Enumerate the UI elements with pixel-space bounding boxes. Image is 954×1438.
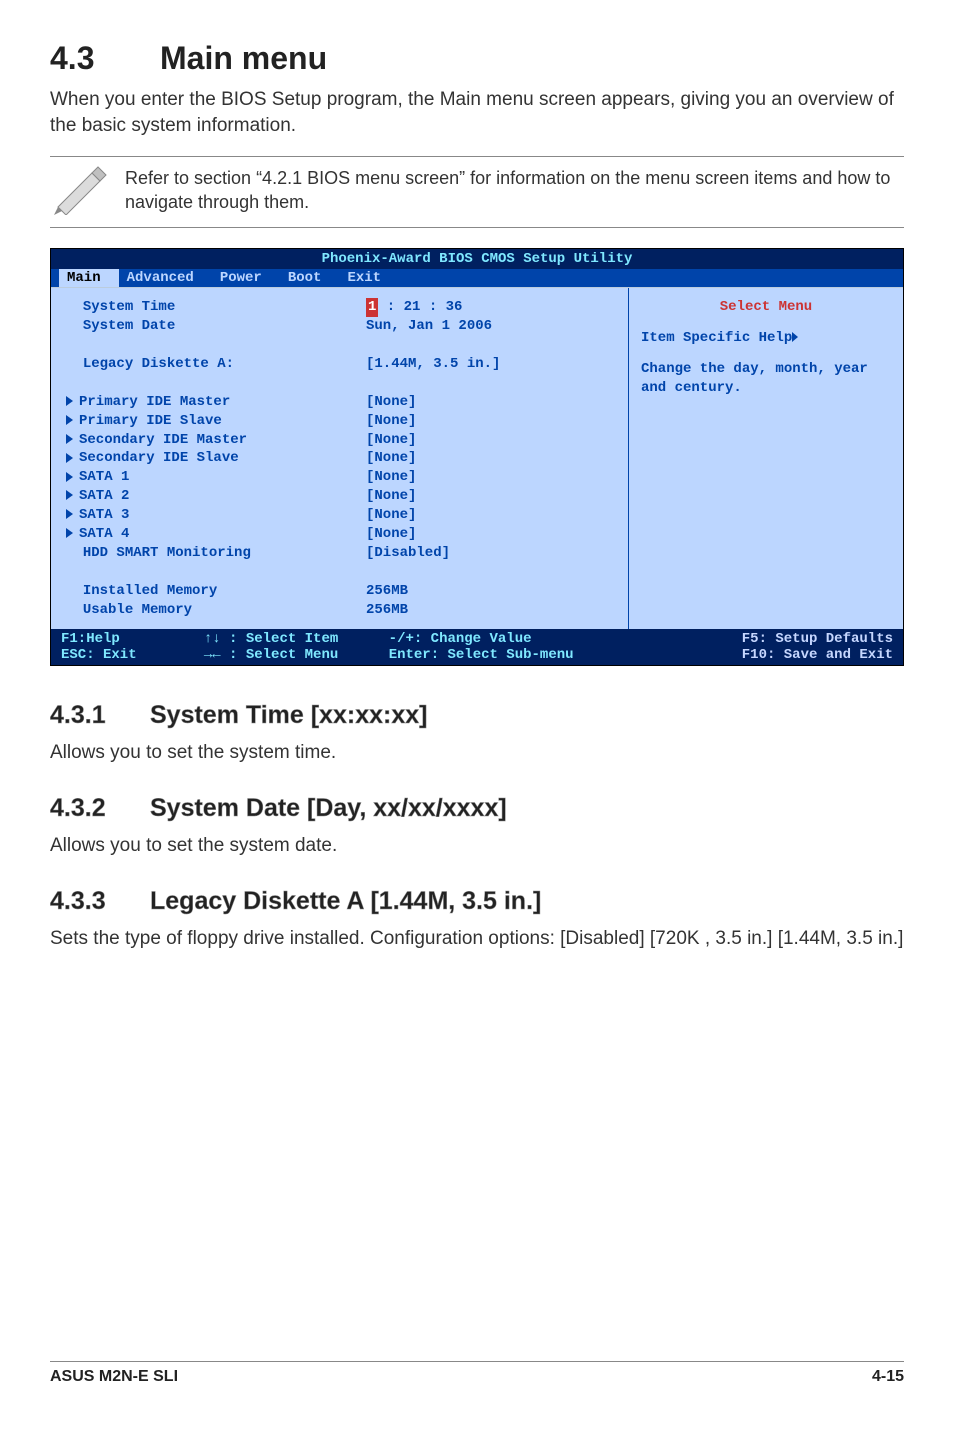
submenu-arrow-icon (66, 396, 73, 406)
heading-number: 4.3 (50, 40, 160, 77)
submenu-arrow-icon (66, 472, 73, 482)
bios-footer-col1: F1:Help ↑↓ : Select Item -/+: Change Val… (61, 631, 663, 663)
bios-main-panel: System Time1 : 21 : 36 System DateSun, J… (51, 288, 628, 629)
bios-menu-exit[interactable]: Exit (339, 269, 399, 287)
sub2-title: System Date [Day, xx/xx/xxxx] (150, 794, 507, 823)
bios-help-title: Select Menu (641, 298, 891, 317)
bios-title: Phoenix-Award BIOS CMOS Setup Utility (51, 249, 903, 269)
sub3-number: 4.3.3 (50, 887, 150, 916)
bios-row-value[interactable]: [1.44M, 3.5 in.] (366, 355, 613, 374)
bios-row-label[interactable]: System Date (66, 317, 366, 336)
bios-menu-main[interactable]: Main (59, 269, 119, 287)
sub3-title: Legacy Diskette A [1.44M, 3.5 in.] (150, 887, 541, 916)
bios-row-label[interactable]: Usable Memory (66, 601, 366, 620)
bios-menu-bar: Main Advanced Power Boot Exit (51, 269, 903, 287)
bios-row-label[interactable]: SATA 4 (66, 525, 366, 544)
bios-row-value[interactable]: [None] (366, 468, 613, 487)
submenu-arrow-icon (66, 509, 73, 519)
bios-row-label[interactable]: Primary IDE Slave (66, 412, 366, 431)
note-block: Refer to section “4.2.1 BIOS menu screen… (50, 156, 904, 228)
bios-row-value[interactable]: Sun, Jan 1 2006 (366, 317, 613, 336)
bios-row-value[interactable]: [Disabled] (366, 544, 613, 563)
bios-row-label[interactable]: System Time (66, 298, 366, 317)
bios-help-panel: Select Menu Item Specific Help Change th… (628, 288, 903, 629)
intro-paragraph: When you enter the BIOS Setup program, t… (50, 87, 904, 138)
bios-row-label[interactable]: Secondary IDE Master (66, 431, 366, 450)
bios-row-value[interactable]: [None] (366, 506, 613, 525)
bios-row-value[interactable]: [None] (366, 449, 613, 468)
bios-row-value[interactable]: [None] (366, 525, 613, 544)
bios-footer: F1:Help ↑↓ : Select Item -/+: Change Val… (51, 629, 903, 665)
heading-title: Main menu (160, 40, 327, 77)
bios-row-label[interactable]: SATA 2 (66, 487, 366, 506)
bios-help-label: Item Specific Help (641, 329, 891, 348)
subsection-heading-2: 4.3.2 System Date [Day, xx/xx/xxxx] (50, 794, 904, 823)
bios-footer-col2: F5: Setup Defaults F10: Save and Exit (663, 631, 893, 663)
bios-menu-boot[interactable]: Boot (280, 269, 340, 287)
sub1-text: Allows you to set the system time. (50, 740, 904, 766)
note-text: Refer to section “4.2.1 BIOS menu screen… (125, 166, 904, 215)
bios-menu-advanced[interactable]: Advanced (119, 269, 212, 287)
submenu-arrow-icon (66, 453, 73, 463)
bios-row-label[interactable]: Legacy Diskette A: (66, 355, 366, 374)
bios-row-value[interactable]: [None] (366, 412, 613, 431)
submenu-arrow-icon (66, 415, 73, 425)
page-footer: ASUS M2N-E SLI 4-15 (50, 1361, 904, 1386)
sub3-text: Sets the type of floppy drive installed.… (50, 926, 904, 952)
bios-cursor[interactable]: 1 (366, 298, 378, 317)
bios-row-value[interactable]: [None] (366, 487, 613, 506)
footer-product: ASUS M2N-E SLI (50, 1368, 178, 1386)
bios-row-value[interactable]: [None] (366, 431, 613, 450)
bios-menu-power[interactable]: Power (212, 269, 280, 287)
submenu-arrow-icon (66, 490, 73, 500)
bios-row-label[interactable]: HDD SMART Monitoring (66, 544, 366, 563)
sub2-text: Allows you to set the system date. (50, 833, 904, 859)
bios-row-value[interactable]: 256MB (366, 582, 613, 601)
bios-row-label[interactable]: SATA 1 (66, 468, 366, 487)
footer-page: 4-15 (872, 1368, 904, 1386)
bios-row-value[interactable]: 1 : 21 : 36 (366, 298, 613, 317)
subsection-heading-3: 4.3.3 Legacy Diskette A [1.44M, 3.5 in.] (50, 887, 904, 916)
bios-row-label[interactable]: Secondary IDE Slave (66, 449, 366, 468)
bios-row-label[interactable]: Primary IDE Master (66, 393, 366, 412)
pencil-icon (50, 165, 110, 215)
bios-row-label[interactable]: Installed Memory (66, 582, 366, 601)
sub1-title: System Time [xx:xx:xx] (150, 701, 427, 730)
submenu-arrow-icon (66, 528, 73, 538)
submenu-arrow-icon (66, 434, 73, 444)
section-heading: 4.3 Main menu (50, 40, 904, 77)
bios-screen: Phoenix-Award BIOS CMOS Setup Utility Ma… (50, 248, 904, 666)
bios-row-value[interactable]: 256MB (366, 601, 613, 620)
bios-row-label[interactable]: SATA 3 (66, 506, 366, 525)
help-arrow-icon (792, 332, 798, 342)
sub1-number: 4.3.1 (50, 701, 150, 730)
bios-row-value[interactable]: [None] (366, 393, 613, 412)
bios-help-text: Change the day, month, year and century. (641, 360, 891, 398)
sub2-number: 4.3.2 (50, 794, 150, 823)
subsection-heading-1: 4.3.1 System Time [xx:xx:xx] (50, 701, 904, 730)
